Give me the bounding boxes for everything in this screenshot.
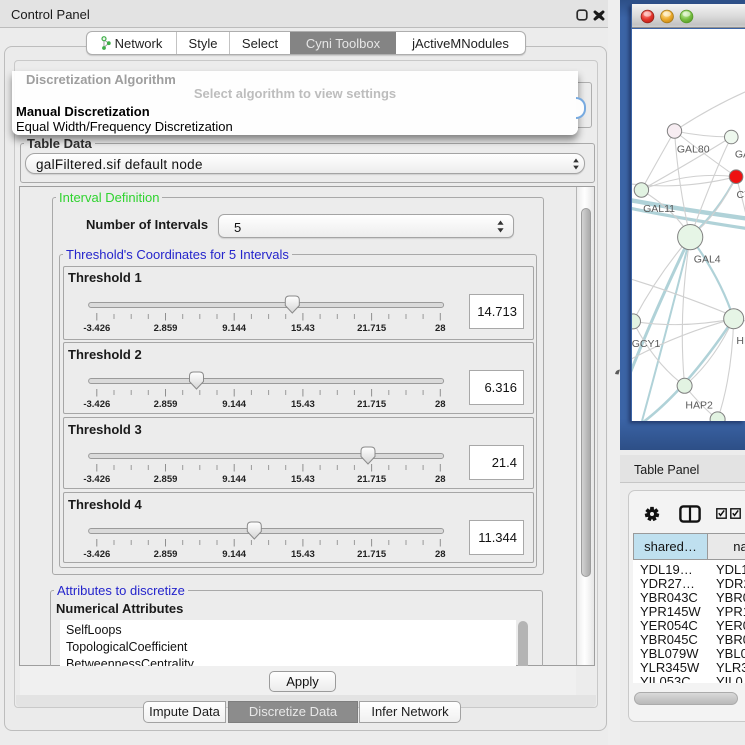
svg-text:-3.426: -3.426 <box>83 323 110 334</box>
svg-text:2.859: 2.859 <box>154 399 178 410</box>
svg-text:15.43: 15.43 <box>291 549 315 560</box>
svg-text:9.144: 9.144 <box>222 323 246 334</box>
svg-text:28: 28 <box>435 549 446 560</box>
svg-text:-3.426: -3.426 <box>83 399 110 410</box>
svg-text:21.715: 21.715 <box>357 474 387 485</box>
svg-text:GAL3: GAL3 <box>735 149 745 161</box>
svg-text:28: 28 <box>435 474 446 485</box>
svg-text:15.43: 15.43 <box>291 323 315 334</box>
svg-text:HAP2: HAP2 <box>685 400 713 412</box>
svg-text:28: 28 <box>435 399 446 410</box>
svg-text:9.144: 9.144 <box>222 549 246 560</box>
svg-text:15.43: 15.43 <box>291 399 315 410</box>
svg-text:-3.426: -3.426 <box>83 474 110 485</box>
svg-text:CYC8: CYC8 <box>737 189 745 201</box>
svg-text:HIS4: HIS4 <box>736 335 745 347</box>
svg-text:GAL4: GAL4 <box>694 254 721 266</box>
svg-text:2.859: 2.859 <box>154 549 178 560</box>
svg-text:GCY1: GCY1 <box>632 338 660 350</box>
svg-text:15.43: 15.43 <box>291 474 315 485</box>
svg-text:-3.426: -3.426 <box>83 549 110 560</box>
svg-text:2.859: 2.859 <box>154 323 178 334</box>
svg-text:9.144: 9.144 <box>222 474 246 485</box>
svg-text:28: 28 <box>435 323 446 334</box>
svg-text:21.715: 21.715 <box>357 399 387 410</box>
svg-text:GAL80: GAL80 <box>677 144 710 156</box>
svg-text:21.715: 21.715 <box>357 549 387 560</box>
svg-text:21.715: 21.715 <box>357 323 387 334</box>
svg-text:9.144: 9.144 <box>222 399 246 410</box>
svg-text:2.859: 2.859 <box>154 474 178 485</box>
svg-text:GAL11: GAL11 <box>643 203 675 215</box>
